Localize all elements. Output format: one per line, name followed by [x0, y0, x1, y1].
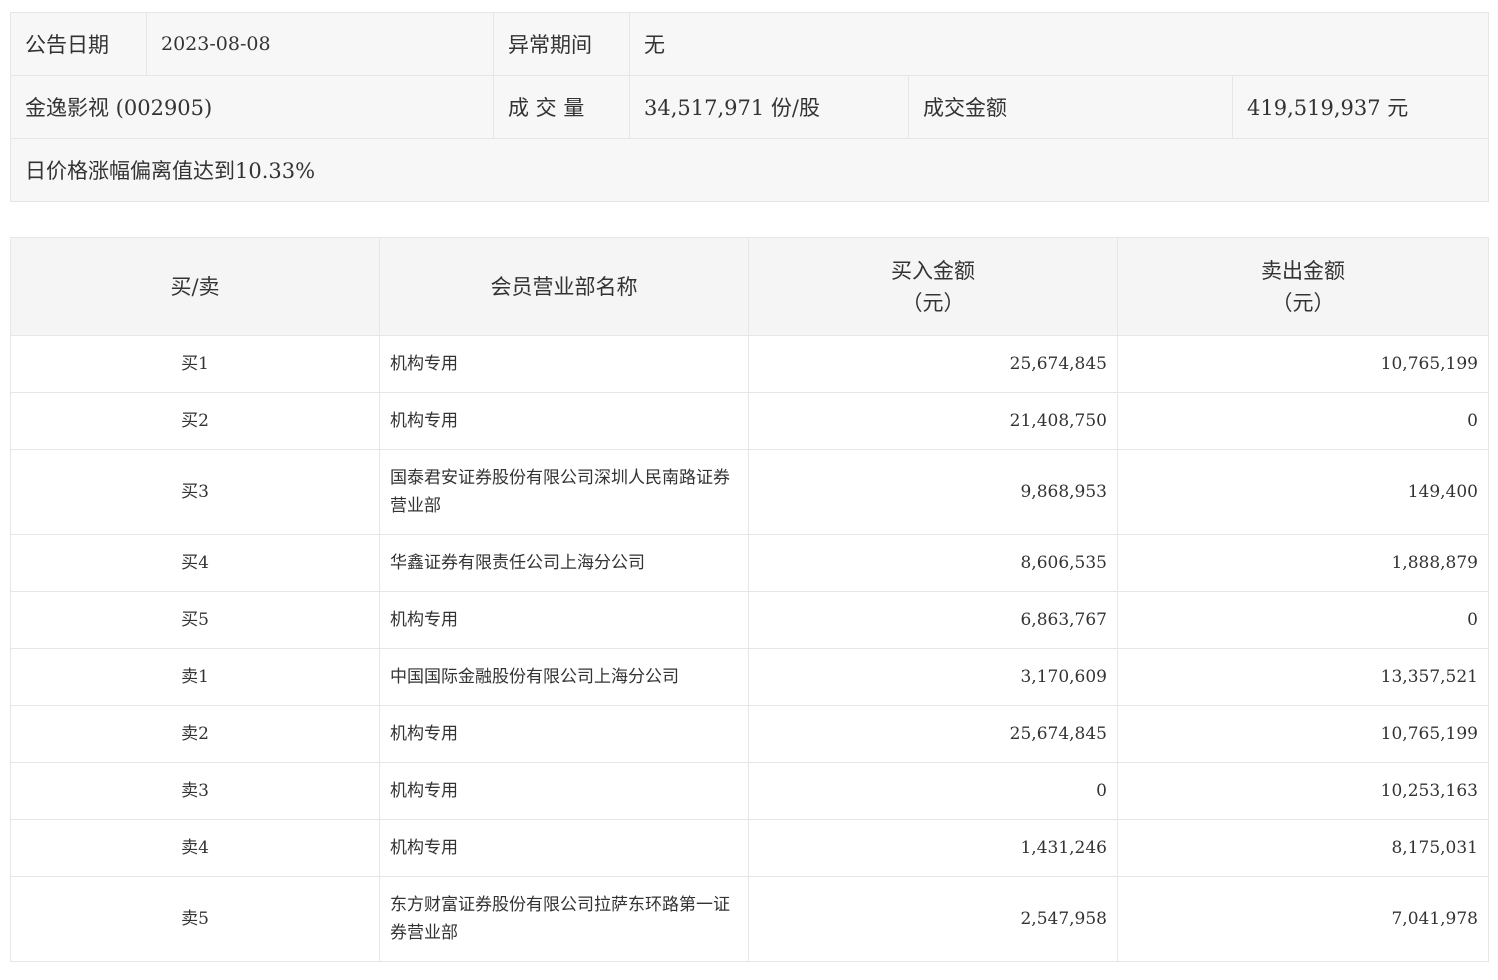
row-side: 买1 — [10, 335, 380, 393]
stock-info-table: 公告日期 2023-08-08 异常期间 无 金逸影视 (002905) 成 交… — [9, 12, 1490, 202]
info-row-date: 公告日期 2023-08-08 异常期间 无 — [10, 12, 1490, 76]
row-member: 机构专用 — [379, 335, 749, 393]
table-row: 卖2 机构专用 25,674,845 10,765,199 — [10, 705, 1489, 763]
table-row: 买2 机构专用 21,408,750 0 — [10, 392, 1489, 450]
row-sell: 8,175,031 — [1117, 819, 1489, 877]
info-row-trade: 金逸影视 (002905) 成 交 量 34,517,971 份/股 成交金额 … — [10, 75, 1490, 139]
header-sell-unit: （元） — [1271, 290, 1335, 315]
row-side: 买4 — [10, 534, 380, 592]
dragon-tiger-table: 买/卖 会员营业部名称 买入金额 （元） 卖出金额 （元） 买1 机构专用 25… — [10, 237, 1489, 962]
row-side: 卖5 — [10, 876, 380, 962]
row-sell: 7,041,978 — [1117, 876, 1489, 962]
abnormal-period-label: 异常期间 — [493, 12, 630, 76]
table-row: 买4 华鑫证券有限责任公司上海分公司 8,606,535 1,888,879 — [10, 534, 1489, 592]
table-row: 买1 机构专用 25,674,845 10,765,199 — [10, 335, 1489, 393]
row-side: 卖2 — [10, 705, 380, 763]
table-row: 买3 国泰君安证券股份有限公司深圳人民南路证券营业部 9,868,953 149… — [10, 449, 1489, 535]
table-row: 卖5 东方财富证券股份有限公司拉萨东环路第一证券营业部 2,547,958 7,… — [10, 876, 1489, 962]
table-header-row: 买/卖 会员营业部名称 买入金额 （元） 卖出金额 （元） — [10, 237, 1489, 336]
row-buy: 3,170,609 — [748, 648, 1118, 706]
row-buy: 6,863,767 — [748, 591, 1118, 649]
row-member: 机构专用 — [379, 392, 749, 450]
header-side: 买/卖 — [10, 237, 380, 336]
row-member: 机构专用 — [379, 705, 749, 763]
row-side: 卖1 — [10, 648, 380, 706]
volume-label: 成 交 量 — [493, 75, 630, 139]
header-sell-title: 卖出金额 — [1261, 258, 1345, 283]
row-buy: 25,674,845 — [748, 335, 1118, 393]
announce-date-value: 2023-08-08 — [146, 12, 494, 76]
header-buy-unit: （元） — [901, 290, 965, 315]
announce-date-label: 公告日期 — [10, 12, 147, 76]
table-row: 卖1 中国国际金融股份有限公司上海分公司 3,170,609 13,357,52… — [10, 648, 1489, 706]
volume-value: 34,517,971 份/股 — [629, 75, 909, 139]
row-sell: 10,253,163 — [1117, 762, 1489, 820]
row-sell: 10,765,199 — [1117, 335, 1489, 393]
row-buy: 1,431,246 — [748, 819, 1118, 877]
header-buy-title: 买入金额 — [891, 258, 975, 283]
row-side: 卖3 — [10, 762, 380, 820]
row-sell: 10,765,199 — [1117, 705, 1489, 763]
turnover-value: 419,519,937 元 — [1231, 75, 1490, 139]
stock-name: 金逸影视 (002905) — [10, 75, 494, 139]
header-buy-amount: 买入金额 （元） — [748, 237, 1118, 336]
header-member: 会员营业部名称 — [379, 237, 749, 336]
abnormal-period-value: 无 — [628, 12, 1490, 76]
row-side: 买3 — [10, 449, 380, 535]
table-row: 卖4 机构专用 1,431,246 8,175,031 — [10, 819, 1489, 877]
abnormal-reason: 日价格涨幅偏离值达到10.33% — [9, 138, 1490, 202]
row-member: 华鑫证券有限责任公司上海分公司 — [379, 534, 749, 592]
row-member: 机构专用 — [379, 762, 749, 820]
row-sell: 0 — [1117, 591, 1489, 649]
header-sell-amount: 卖出金额 （元） — [1117, 237, 1489, 336]
table-row: 卖3 机构专用 0 10,253,163 — [10, 762, 1489, 820]
row-member: 机构专用 — [379, 591, 749, 649]
row-sell: 13,357,521 — [1117, 648, 1489, 706]
row-buy: 8,606,535 — [748, 534, 1118, 592]
row-sell: 149,400 — [1117, 449, 1489, 535]
row-buy: 21,408,750 — [748, 392, 1118, 450]
row-sell: 0 — [1117, 392, 1489, 450]
row-buy: 0 — [748, 762, 1118, 820]
row-side: 买2 — [10, 392, 380, 450]
table-row: 买5 机构专用 6,863,767 0 — [10, 591, 1489, 649]
row-member: 机构专用 — [379, 819, 749, 877]
row-side: 卖4 — [10, 819, 380, 877]
row-buy: 9,868,953 — [748, 449, 1118, 535]
row-member: 国泰君安证券股份有限公司深圳人民南路证券营业部 — [379, 449, 749, 535]
row-side: 买5 — [10, 591, 380, 649]
row-buy: 2,547,958 — [748, 876, 1118, 962]
turnover-label: 成交金额 — [908, 75, 1233, 139]
row-member: 东方财富证券股份有限公司拉萨东环路第一证券营业部 — [379, 876, 749, 962]
row-member: 中国国际金融股份有限公司上海分公司 — [379, 648, 749, 706]
row-sell: 1,888,879 — [1117, 534, 1489, 592]
info-row-reason: 日价格涨幅偏离值达到10.33% — [9, 138, 1490, 202]
row-buy: 25,674,845 — [748, 705, 1118, 763]
